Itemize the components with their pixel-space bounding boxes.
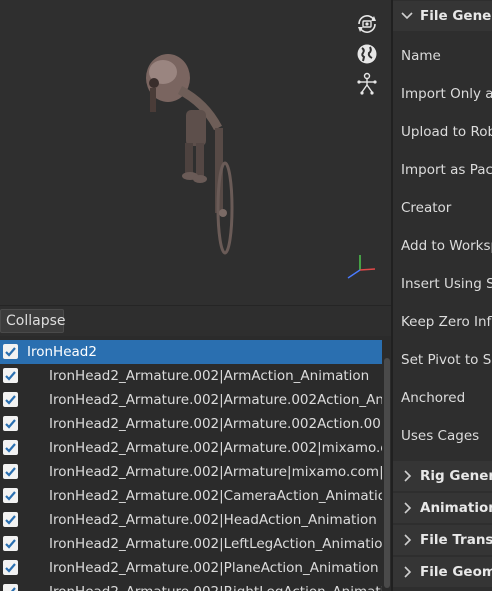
tree-row-2[interactable]: IronHead2_Armature.002|Armature.002Actio… (0, 412, 382, 436)
tree-row-root[interactable]: IronHead2 (0, 340, 382, 364)
prop-label: Keep Zero Influ (401, 314, 492, 330)
checkmark-icon (5, 467, 16, 477)
checkmark-icon (5, 443, 16, 453)
chevron-down-icon (401, 1, 413, 42)
row-checkbox[interactable] (3, 488, 18, 503)
section-file-geometry[interactable]: File Geome (393, 557, 492, 587)
properties-panel: File Genera Name Import Only as Upload t… (393, 0, 492, 591)
checkmark-icon (10, 587, 16, 591)
model-preview-viewport[interactable] (0, 0, 392, 305)
prop-label: Import as Pack (401, 162, 492, 178)
animation-tree-list[interactable]: IronHead2 IronHead2_Armature.002|ArmActi… (0, 336, 392, 591)
section-title: File Genera (420, 8, 492, 24)
character-model-preview (130, 48, 250, 263)
prop-label: Name (401, 48, 441, 64)
tree-item-label: IronHead2_Armature.002|HeadAction_Animat… (49, 512, 377, 528)
scrollbar-thumb[interactable] (384, 358, 390, 588)
prop-label: Upload to Robl (401, 124, 492, 140)
checkmark-icon (5, 347, 16, 357)
tree-item-label: IronHead2_Armature.002|ArmAction_Animati… (49, 368, 370, 384)
section-rig-general[interactable]: Rig Genera (393, 461, 492, 491)
tree-row-0[interactable]: IronHead2_Armature.002|ArmAction_Animati… (0, 364, 382, 388)
section-file-general[interactable]: File Genera (393, 1, 492, 31)
tree-row-5[interactable]: IronHead2_Armature.002|CameraAction_Anim… (0, 484, 382, 508)
section-title: Animation (420, 500, 492, 516)
tree-item-label: IronHead2_Armature.002|LeftLegAction_Ani… (49, 536, 382, 552)
section-file-transform[interactable]: File Transfo (393, 525, 492, 555)
prop-label: Insert Using Sc (401, 276, 492, 292)
tree-item-label: IronHead2_Armature.002|RightLegAction_An… (49, 580, 382, 591)
chevron-right-icon (401, 557, 413, 591)
section-title: Rig Genera (420, 468, 492, 484)
checkmark-icon (5, 491, 16, 501)
section-title: File Transfo (420, 532, 492, 548)
section-title: File Geome (420, 564, 492, 580)
prop-label: Set Pivot to Sce (401, 352, 492, 368)
tree-row-8[interactable]: IronHead2_Armature.002|PlaneAction_Anima… (0, 556, 382, 580)
checkmark-icon (5, 371, 16, 381)
tree-scrollbar[interactable] (383, 336, 391, 591)
checkmark-icon (5, 395, 16, 405)
checkmark-icon (5, 419, 16, 429)
collapse-button[interactable]: Collapse (0, 309, 66, 333)
tree-item-label: IronHead2_Armature.002|Armature|mixamo.c… (49, 464, 382, 480)
tree-row-4[interactable]: IronHead2_Armature.002|Armature|mixamo.c… (0, 460, 382, 484)
tree-item-label: IronHead2_Armature.002|PlaneAction_Anima… (49, 560, 379, 576)
row-checkbox[interactable] (3, 512, 18, 527)
prop-label: Anchored (401, 390, 466, 406)
axis-gizmo-icon (344, 252, 378, 282)
tree-item-label: IronHead2_Armature.002|Armature.002Actio… (49, 416, 382, 432)
globe-icon[interactable] (355, 42, 379, 66)
row-checkbox[interactable] (3, 584, 18, 591)
checkmark-icon (5, 563, 16, 573)
checkmark-icon (5, 515, 16, 525)
row-checkbox[interactable] (3, 560, 18, 575)
tree-root-label: IronHead2 (27, 344, 97, 360)
reset-camera-icon[interactable] (355, 12, 379, 36)
viewport-divider (0, 305, 392, 306)
tree-row-3[interactable]: IronHead2_Armature.002|Armature.002|mixa… (0, 436, 382, 460)
prop-label: Creator (401, 200, 452, 216)
prop-label: Uses Cages (401, 428, 480, 444)
root-checkbox[interactable] (3, 344, 18, 359)
row-checkbox[interactable] (3, 440, 18, 455)
tree-row-7[interactable]: IronHead2_Armature.002|LeftLegAction_Ani… (0, 532, 382, 556)
tree-row-6[interactable]: IronHead2_Armature.002|HeadAction_Animat… (0, 508, 382, 532)
checkmark-icon (5, 539, 16, 549)
row-checkbox[interactable] (3, 464, 18, 479)
tree-item-label: IronHead2_Armature.002|Armature.002Actio… (49, 392, 382, 408)
tree-item-label: IronHead2_Armature.002|Armature.002|mixa… (49, 440, 382, 456)
tree-row-9[interactable]: IronHead2_Armature.002|RightLegAction_An… (0, 580, 382, 591)
row-checkbox[interactable] (3, 368, 18, 383)
rig-icon[interactable] (355, 72, 379, 96)
row-checkbox[interactable] (3, 416, 18, 431)
tree-row-1[interactable]: IronHead2_Armature.002|Armature.002Actio… (0, 388, 382, 412)
tree-item-label: IronHead2_Armature.002|CameraAction_Anim… (49, 488, 382, 504)
section-animation[interactable]: Animation (393, 493, 492, 523)
row-checkbox[interactable] (3, 392, 18, 407)
prop-label: Add to Worksp (401, 238, 492, 254)
prop-label: Import Only as (401, 86, 492, 102)
row-checkbox[interactable] (3, 536, 18, 551)
